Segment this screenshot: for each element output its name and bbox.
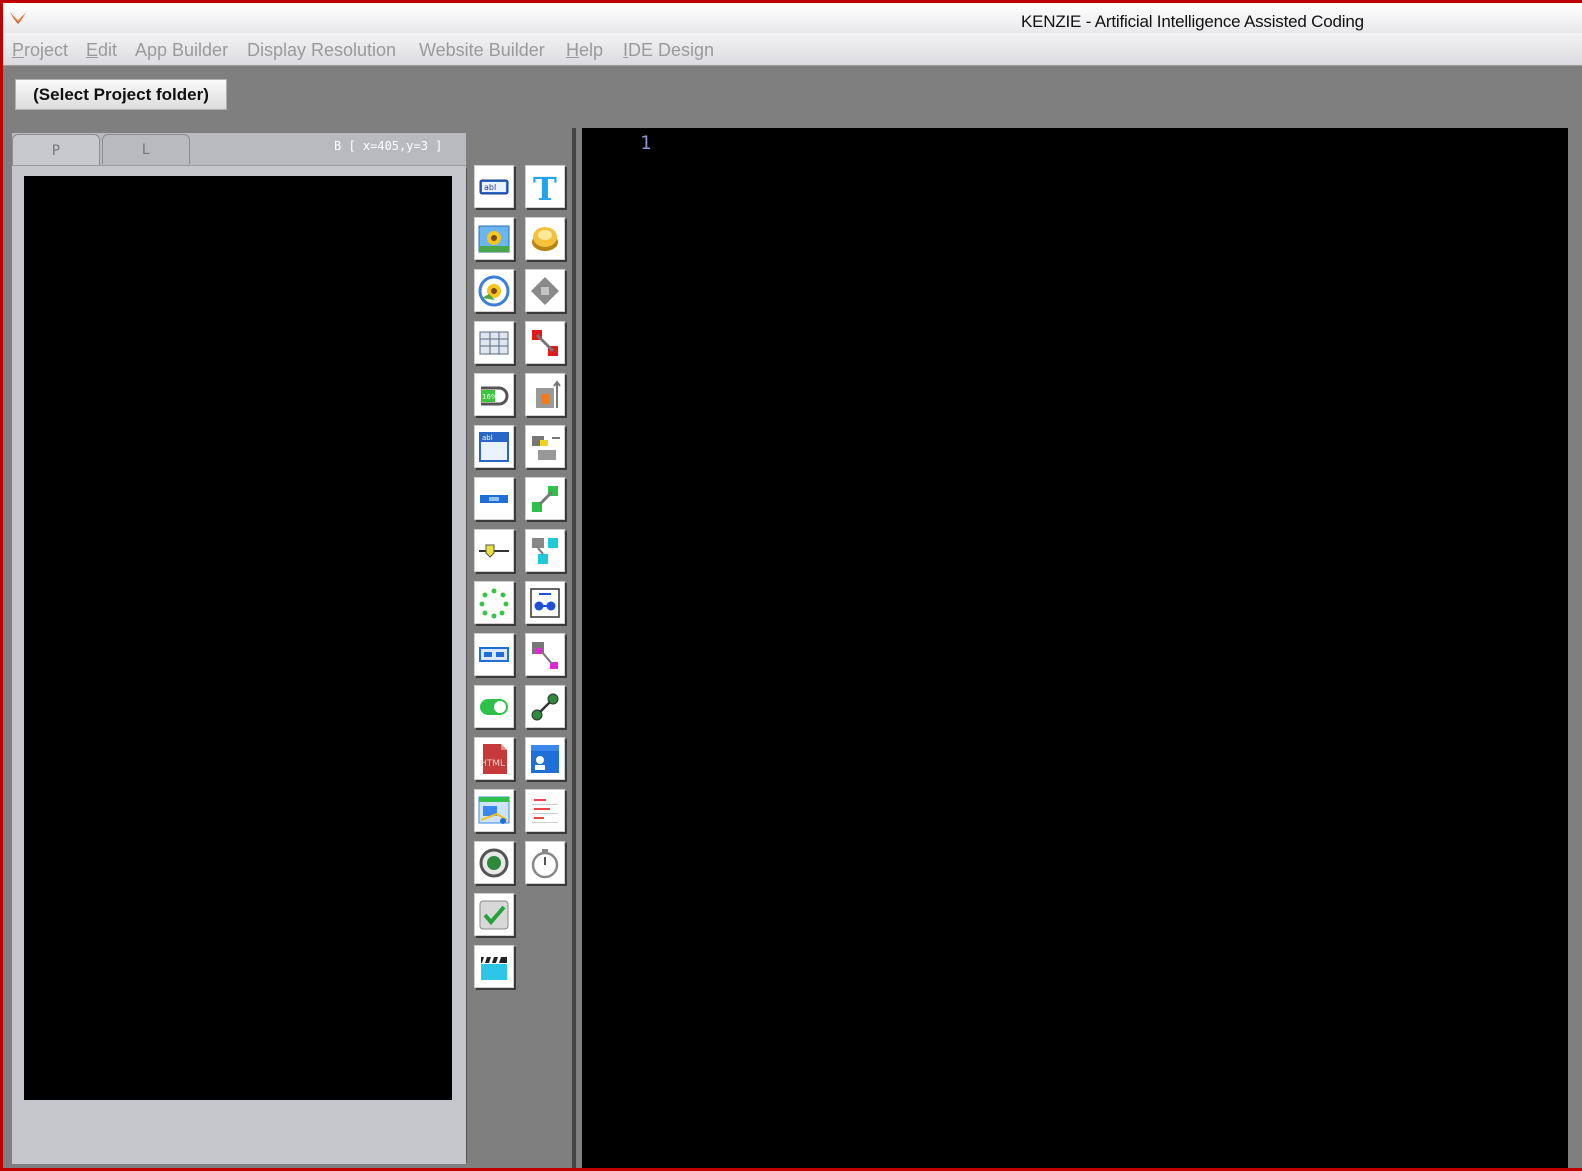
resize-icon[interactable] — [525, 477, 565, 520]
slider-icon[interactable] — [474, 529, 514, 572]
shape-icon[interactable] — [525, 269, 565, 312]
map-icon[interactable] — [474, 789, 514, 832]
hierarchy-icon[interactable] — [525, 529, 565, 572]
code-editor[interactable]: 1 — [582, 128, 1568, 1168]
table-icon[interactable] — [474, 321, 514, 364]
textbox-icon[interactable]: abl — [474, 165, 514, 208]
link-icon[interactable] — [525, 685, 565, 728]
distribute-icon[interactable] — [525, 581, 565, 624]
svg-text:16%: 16% — [482, 393, 498, 401]
kenzie-wing-logo-icon — [7, 8, 29, 26]
menu-website-builder[interactable]: Website Builder — [419, 40, 545, 61]
bring-to-front-icon[interactable] — [525, 373, 565, 416]
project-file-tree[interactable] — [24, 176, 452, 1100]
svg-text:abl: abl — [482, 434, 493, 442]
textarea-icon[interactable]: abl — [474, 425, 514, 468]
timer-icon[interactable] — [525, 841, 565, 884]
svg-text:HTML: HTML — [480, 759, 505, 769]
image-slideshow-icon[interactable] — [474, 269, 514, 312]
anchor-icon[interactable] — [525, 633, 565, 676]
project-panel: P L B [ x=405,y=3 ] — [12, 133, 466, 1164]
svg-text:T: T — [533, 170, 557, 204]
connector-icon[interactable] — [525, 321, 565, 364]
tab-layout[interactable]: L — [102, 134, 190, 164]
contact-card-icon[interactable] — [525, 737, 565, 780]
html-file-icon[interactable]: HTML — [474, 737, 514, 780]
line-number: 1 — [640, 132, 652, 154]
radio-button-icon[interactable] — [474, 841, 514, 884]
menu-display-resolution[interactable]: Display Resolution — [247, 40, 396, 61]
align-icon[interactable] — [525, 425, 565, 468]
svg-text:abl: abl — [484, 183, 496, 192]
spinner-icon[interactable] — [474, 581, 514, 624]
menu-ide-design[interactable]: IDE Design — [623, 40, 714, 61]
toolbar: (Select Project folder) — [3, 66, 1582, 128]
select-project-folder-button[interactable]: (Select Project folder) — [15, 79, 227, 110]
menu-bar: Project Edit App Builder Display Resolut… — [3, 33, 1582, 66]
text-label-icon[interactable]: T — [525, 165, 565, 208]
tab-content — [12, 165, 466, 1164]
editor-divider[interactable] — [572, 128, 576, 1168]
image-icon[interactable] — [474, 217, 514, 260]
window-right-edge — [1568, 66, 1582, 1168]
menu-project[interactable]: Project — [12, 40, 68, 61]
title-bar: KENZIE - Artificial Intelligence Assiste… — [3, 3, 1582, 33]
number-stepper-icon[interactable] — [474, 633, 514, 676]
progress-bar-icon[interactable]: 16% — [474, 373, 514, 416]
button-icon[interactable] — [525, 217, 565, 260]
video-clapper-icon[interactable] — [474, 945, 514, 988]
toggle-switch-icon[interactable] — [474, 685, 514, 728]
menu-app-builder[interactable]: App Builder — [135, 40, 228, 61]
list-menu-icon[interactable] — [525, 789, 565, 832]
component-palette: abl T 16% abl HTML — [467, 160, 572, 1163]
coordinates-readout: B [ x=405,y=3 ] — [334, 139, 443, 153]
checkbox-icon[interactable] — [474, 893, 514, 936]
menu-help[interactable]: Help — [566, 40, 603, 61]
window-title: KENZIE - Artificial Intelligence Assiste… — [1021, 12, 1364, 31]
tab-project[interactable]: P — [12, 134, 100, 166]
input-field-icon[interactable] — [474, 477, 514, 520]
menu-edit[interactable]: Edit — [86, 40, 117, 61]
